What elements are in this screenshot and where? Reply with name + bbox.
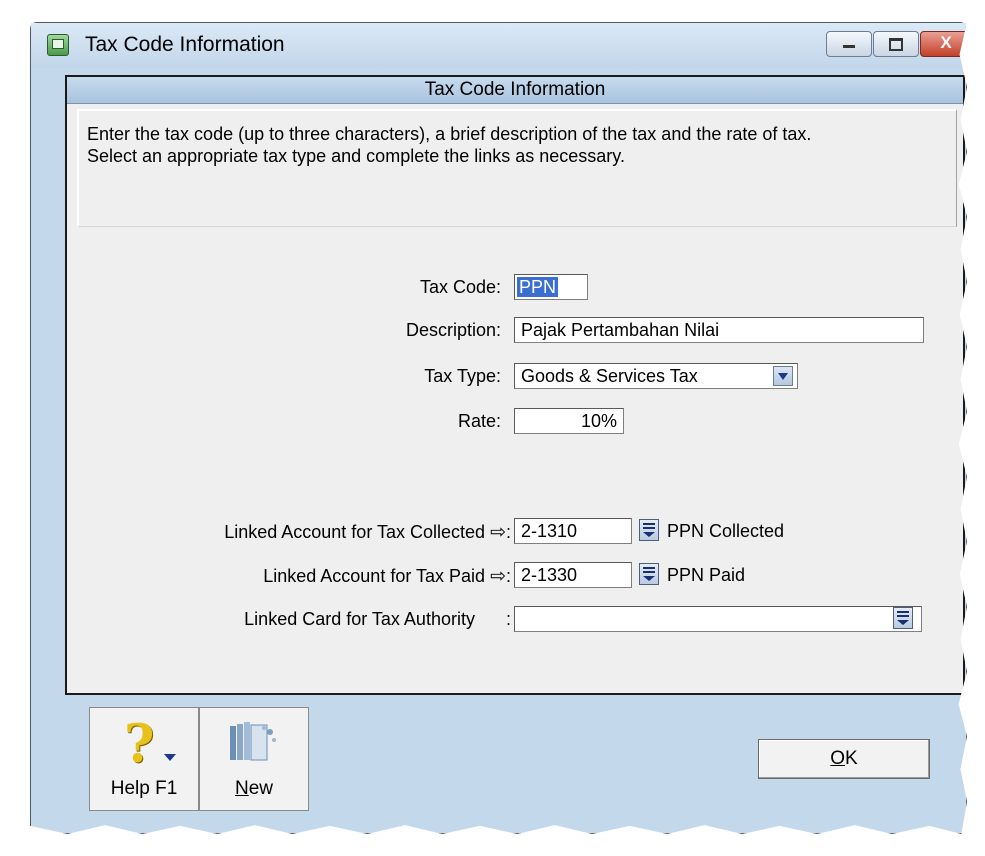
tax-authority-input[interactable]	[514, 606, 922, 632]
tax-code-input[interactable]: PPN	[514, 274, 588, 300]
collected-colon: :	[505, 522, 511, 542]
ok-label-rest: K	[845, 748, 858, 769]
instructions-panel: Enter the tax code (up to three characte…	[77, 109, 957, 227]
ok-button[interactable]: OK	[758, 739, 930, 779]
help-icon: ?	[124, 714, 155, 775]
description-input[interactable]: Pajak Pertambahan Nilai	[514, 317, 924, 343]
instructions-line-1: Enter the tax code (up to three characte…	[87, 124, 812, 144]
paid-account-label: Linked Account for Tax Paid ⇨:	[87, 565, 511, 588]
arrow-right-icon[interactable]: ⇨	[490, 566, 506, 587]
new-label: New	[200, 778, 308, 800]
minimize-button[interactable]	[826, 31, 872, 57]
tax-authority-colon: :	[505, 609, 511, 629]
maximize-button[interactable]	[873, 31, 919, 57]
tax-code-window: Tax Code Information X Tax Code Informat…	[30, 22, 967, 834]
help-label: Help F1	[110, 778, 178, 799]
collected-account-label-text: Linked Account for Tax Collected	[224, 522, 486, 542]
paid-colon: :	[505, 566, 511, 586]
arrow-right-icon[interactable]: ⇨	[490, 522, 506, 543]
new-button[interactable]: New	[199, 707, 309, 811]
help-button[interactable]: ? Help F1	[89, 707, 199, 811]
collected-account-input[interactable]: 2-1310	[514, 518, 632, 544]
paid-account-list-icon[interactable]	[639, 563, 659, 585]
app-icon	[47, 34, 69, 56]
close-icon: X	[940, 33, 952, 52]
close-button[interactable]: X	[920, 31, 967, 57]
minimize-icon	[843, 45, 855, 48]
new-document-icon	[230, 722, 276, 761]
ok-accelerator: O	[830, 748, 846, 769]
paid-account-name: PPN Paid	[667, 565, 746, 585]
chevron-down-icon	[164, 754, 176, 761]
tax-type-label: Tax Type:	[424, 366, 501, 386]
description-label: Description:	[405, 320, 501, 340]
tax-type-select[interactable]: Goods & Services Tax	[514, 363, 798, 389]
title-bar[interactable]: Tax Code Information X	[31, 23, 967, 67]
tax-authority-list-icon[interactable]	[893, 607, 913, 629]
paid-account-input[interactable]: 2-1330	[514, 562, 632, 588]
collected-account-name: PPN Collected	[667, 521, 785, 541]
new-label-rest: ew	[248, 778, 274, 799]
section-header: Tax Code Information	[67, 77, 963, 104]
new-accelerator: N	[234, 778, 249, 799]
rate-label: Rate:	[457, 411, 501, 431]
maximize-icon	[889, 38, 903, 51]
chevron-down-icon[interactable]	[773, 366, 793, 386]
window-title: Tax Code Information	[85, 33, 285, 56]
tax-authority-label: Linked Card for Tax Authority :	[87, 609, 511, 630]
rate-input[interactable]: 10%	[514, 408, 624, 434]
dialog-body: Tax Code Information Enter the tax code …	[65, 75, 965, 695]
tax-authority-label-text: Linked Card for Tax Authority	[244, 609, 475, 629]
paid-account-label-text: Linked Account for Tax Paid	[263, 566, 486, 586]
tax-code-value: PPN	[517, 277, 559, 297]
tax-code-label: Tax Code:	[419, 277, 501, 297]
instructions-line-2: Select an appropriate tax type and compl…	[87, 146, 625, 166]
collected-account-label: Linked Account for Tax Collected ⇨:	[87, 521, 511, 544]
tax-type-value: Goods & Services Tax	[521, 366, 698, 386]
collected-account-list-icon[interactable]	[639, 519, 659, 541]
